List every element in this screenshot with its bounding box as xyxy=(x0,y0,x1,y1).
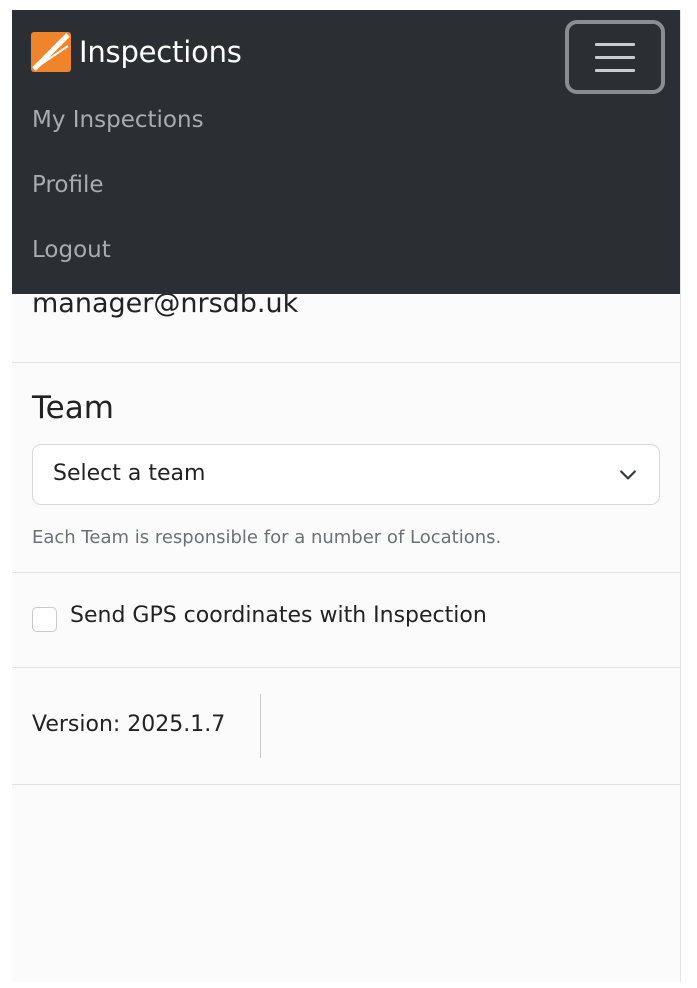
chevron-down-icon xyxy=(620,470,636,480)
hamburger-menu-icon xyxy=(595,55,635,59)
team-help-text: Each Team is responsible for a number of… xyxy=(32,527,502,548)
version-text: Version: 2025.1.7 xyxy=(32,712,226,737)
team-label: Team xyxy=(32,390,114,426)
version-section: Version: 2025.1.7 xyxy=(12,668,680,785)
brand-title: Inspections xyxy=(79,35,242,69)
nav-link-profile[interactable]: Profile xyxy=(32,162,204,227)
navbar-links: My Inspections Profile Logout xyxy=(32,97,204,292)
gps-checkbox-label[interactable]: Send GPS coordinates with Inspection xyxy=(70,603,487,628)
team-section: Team Select a team Each Team is responsi… xyxy=(12,363,680,573)
gps-section: Send GPS coordinates with Inspection xyxy=(12,573,680,668)
app-logo-icon xyxy=(31,32,71,72)
navbar: Inspections My Inspections Profile Logou… xyxy=(12,10,680,294)
team-select[interactable]: Select a team xyxy=(32,444,660,505)
nav-link-my-inspections[interactable]: My Inspections xyxy=(32,97,204,162)
vertical-divider xyxy=(260,694,261,758)
hamburger-menu-icon xyxy=(595,42,635,46)
app-viewport: manager@nrsdb.uk Team Select a team Each… xyxy=(12,10,680,982)
gps-checkbox[interactable] xyxy=(32,607,57,632)
navbar-brand[interactable]: Inspections xyxy=(31,32,242,72)
team-select-value: Select a team xyxy=(53,461,206,486)
hamburger-menu-icon xyxy=(595,68,635,72)
page-edge-divider xyxy=(680,10,681,982)
navbar-toggle-button[interactable] xyxy=(565,20,665,94)
nav-link-logout[interactable]: Logout xyxy=(32,227,204,292)
